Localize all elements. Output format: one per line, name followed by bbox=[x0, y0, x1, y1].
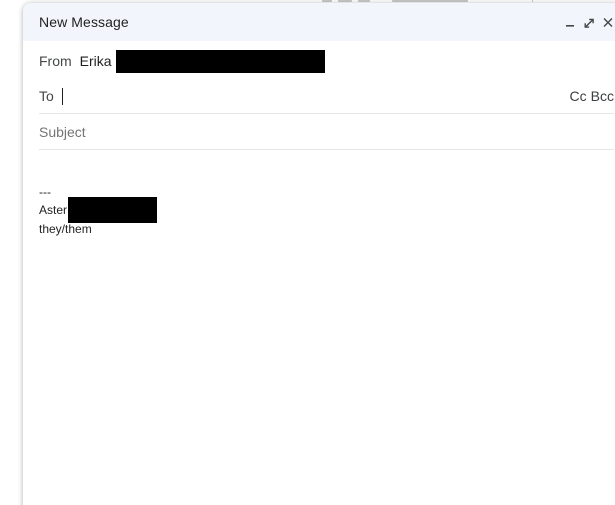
minimize-icon[interactable] bbox=[564, 15, 576, 29]
to-label: To bbox=[39, 88, 54, 104]
redacted-name-block bbox=[68, 196, 158, 223]
signature-name-row: Aster bbox=[39, 196, 614, 223]
signature-pronouns: they/them bbox=[39, 222, 92, 236]
bcc-link[interactable]: Bcc bbox=[591, 88, 614, 104]
window-controls bbox=[564, 15, 615, 29]
from-label: From bbox=[39, 53, 72, 69]
close-icon[interactable] bbox=[602, 15, 614, 29]
cc-link[interactable]: Cc bbox=[570, 88, 587, 104]
message-body[interactable]: --- Aster they/them bbox=[39, 150, 614, 504]
compose-window: New Message From Erika To Cc Bcc Subject… bbox=[23, 3, 615, 505]
from-name: Erika bbox=[79, 53, 112, 69]
redacted-email-block bbox=[115, 49, 325, 73]
compose-header[interactable]: New Message bbox=[23, 3, 615, 41]
subject-input[interactable] bbox=[39, 123, 614, 140]
screen: New Message From Erika To Cc Bcc Subject… bbox=[0, 0, 615, 505]
signature-name: Aster bbox=[39, 202, 68, 217]
expand-icon[interactable] bbox=[583, 15, 595, 29]
compose-title: New Message bbox=[39, 14, 129, 30]
from-row[interactable]: From Erika bbox=[39, 43, 614, 79]
cc-bcc-links: Cc Bcc bbox=[570, 88, 614, 104]
to-row: To Cc Bcc bbox=[39, 79, 614, 114]
to-input[interactable] bbox=[62, 85, 570, 107]
subject-row bbox=[39, 114, 614, 150]
